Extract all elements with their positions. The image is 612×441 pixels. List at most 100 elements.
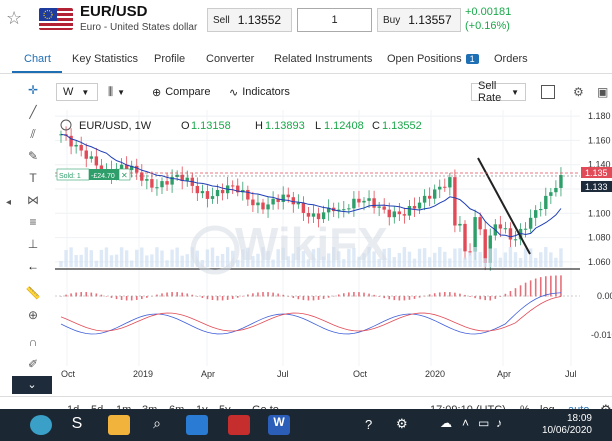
candle-body (352, 198, 356, 209)
taskbar-clock[interactable]: 18:09 10/06/2020 (542, 413, 592, 437)
trading-app-icon[interactable]: S (66, 415, 88, 435)
settings-icon[interactable]: ⚙ (396, 416, 408, 432)
indicator-bar (469, 296, 471, 297)
browser-app-icon[interactable] (30, 415, 52, 435)
instrument-header: ☆ EUR/USD Euro - United States dollar Se… (0, 0, 612, 42)
network-icon[interactable]: ▭ (478, 416, 489, 430)
legend-low-label: L (315, 120, 321, 132)
close-icon[interactable]: ✕ (121, 171, 128, 180)
indicator-bar (393, 296, 396, 301)
arrow-left-icon[interactable]: ← (24, 258, 42, 274)
parallel-lines-icon[interactable]: ⫽ (24, 126, 42, 142)
star-icon[interactable]: ☆ (6, 8, 22, 29)
crosshair-icon[interactable]: ✛ (24, 82, 42, 98)
rate-select[interactable]: Sell Rate ▼ (471, 80, 526, 104)
tab-orders[interactable]: Orders (494, 53, 528, 65)
gear-icon[interactable]: ⚙ (573, 83, 584, 101)
candle-body (94, 156, 99, 166)
candle-body (387, 209, 391, 218)
candle-body (205, 191, 210, 199)
volume-bar (392, 256, 396, 267)
eur-usd-flag-icon (39, 8, 73, 30)
buy-button[interactable]: Buy 1.13557 (377, 8, 461, 32)
candle-body (367, 198, 371, 201)
time-axis-label: 2020 (425, 369, 445, 379)
help-icon[interactable]: ? (365, 417, 372, 432)
magnet-icon[interactable]: ∩ (24, 334, 42, 350)
price-axis-label: 1.180 (588, 111, 611, 121)
volume-bar (79, 254, 83, 267)
volume-bar (438, 247, 442, 267)
word-icon[interactable]: W (268, 415, 290, 435)
fibonacci-icon[interactable]: ≡ (24, 214, 42, 230)
volume-icon[interactable]: ♪ (496, 416, 502, 430)
indicator-bar (373, 294, 375, 297)
sell-button[interactable]: Sell 1.13552 (207, 8, 292, 32)
volume-bar (145, 255, 149, 267)
text-icon[interactable]: T (24, 170, 42, 186)
indicator-bar (524, 282, 527, 297)
candle-body (296, 202, 301, 205)
timeframe-select[interactable]: W ▼ (56, 83, 98, 101)
volume-bar (448, 258, 452, 267)
volume-bar (160, 250, 164, 267)
tab-chart[interactable]: Chart (24, 53, 51, 65)
indicator-bar (120, 296, 123, 300)
fullscreen-checkbox[interactable] (541, 85, 555, 99)
candle-body (74, 144, 78, 147)
indicator-bar (257, 292, 259, 297)
mail-icon[interactable] (186, 415, 208, 435)
instrument-symbol: EUR/USD (80, 3, 148, 20)
collapse-toolbar-button[interactable]: ⌄ (12, 376, 52, 394)
candle-body (266, 204, 270, 210)
candle-body (478, 217, 482, 230)
candle-body (160, 181, 164, 188)
zoom-in-icon[interactable]: ⊕ (24, 307, 42, 323)
tab-profile[interactable]: Profile (154, 53, 185, 65)
volume-bar (94, 260, 99, 267)
open-positions-badge: 1 (465, 54, 479, 64)
tab-open-positions[interactable]: Open Positions 1 (387, 53, 479, 65)
pattern-icon[interactable]: ⋈ (24, 192, 42, 208)
indicator-bar (312, 296, 315, 301)
price-chart[interactable]: 1.1801.1601.1401.1201.1001.0801.060 0.00… (55, 110, 612, 380)
cloud-icon[interactable]: ☁ (440, 416, 452, 430)
indicator-bar (514, 288, 517, 297)
tab-key-statistics[interactable]: Key Statistics (72, 53, 138, 65)
rate-label: Sell Rate (478, 80, 502, 104)
measure-icon[interactable]: ⊥ (24, 236, 42, 252)
panel-toggle-icon[interactable]: ◂ (6, 197, 11, 208)
legend-open-value: 1.13158 (191, 120, 231, 132)
chevron-up-icon[interactable]: ˄ (462, 416, 469, 430)
chart-type-select[interactable]: ⫼ ▼ (108, 83, 125, 101)
quantity-input[interactable]: 1 (297, 8, 372, 32)
search-icon[interactable]: ⌕ (146, 415, 168, 435)
watermark: WikiFX (235, 218, 388, 270)
indicator-axis-label: -0.010 (591, 330, 612, 340)
volume-bar (170, 249, 174, 267)
tab-converter[interactable]: Converter (206, 53, 254, 65)
compare-button[interactable]: ⊕ Compare (152, 83, 210, 101)
candle-body (438, 186, 442, 190)
candle-body (402, 214, 407, 216)
trendline-icon[interactable]: ╱ (24, 104, 42, 120)
tab-related-instruments[interactable]: Related Instruments (274, 53, 372, 65)
indicator-bar (408, 296, 411, 300)
volume-bar (473, 247, 477, 267)
lock-drawing-icon[interactable]: ✐ (24, 356, 42, 372)
brush-icon[interactable]: ✎ (24, 148, 42, 164)
volume-bar (549, 252, 553, 267)
ruler-icon[interactable]: 📏 (24, 285, 42, 301)
candle-body (89, 156, 93, 159)
antivirus-icon[interactable] (228, 415, 250, 435)
volume-bar (59, 261, 63, 267)
volume-bar (74, 255, 78, 267)
chart-toolbar: W ▼ ⫼ ▼ ⊕ Compare ∿ Indicators Sell Rate… (55, 80, 612, 104)
file-explorer-icon[interactable] (108, 415, 130, 435)
camera-icon[interactable]: ▣ (597, 83, 608, 101)
volume-bar (109, 255, 114, 267)
indicators-button[interactable]: ∿ Indicators (229, 83, 290, 101)
position-tag[interactable]: Sold: 1 -£24.70 ✕ (56, 168, 131, 181)
candle-body (150, 179, 154, 188)
timeframe-value: W (63, 86, 74, 98)
